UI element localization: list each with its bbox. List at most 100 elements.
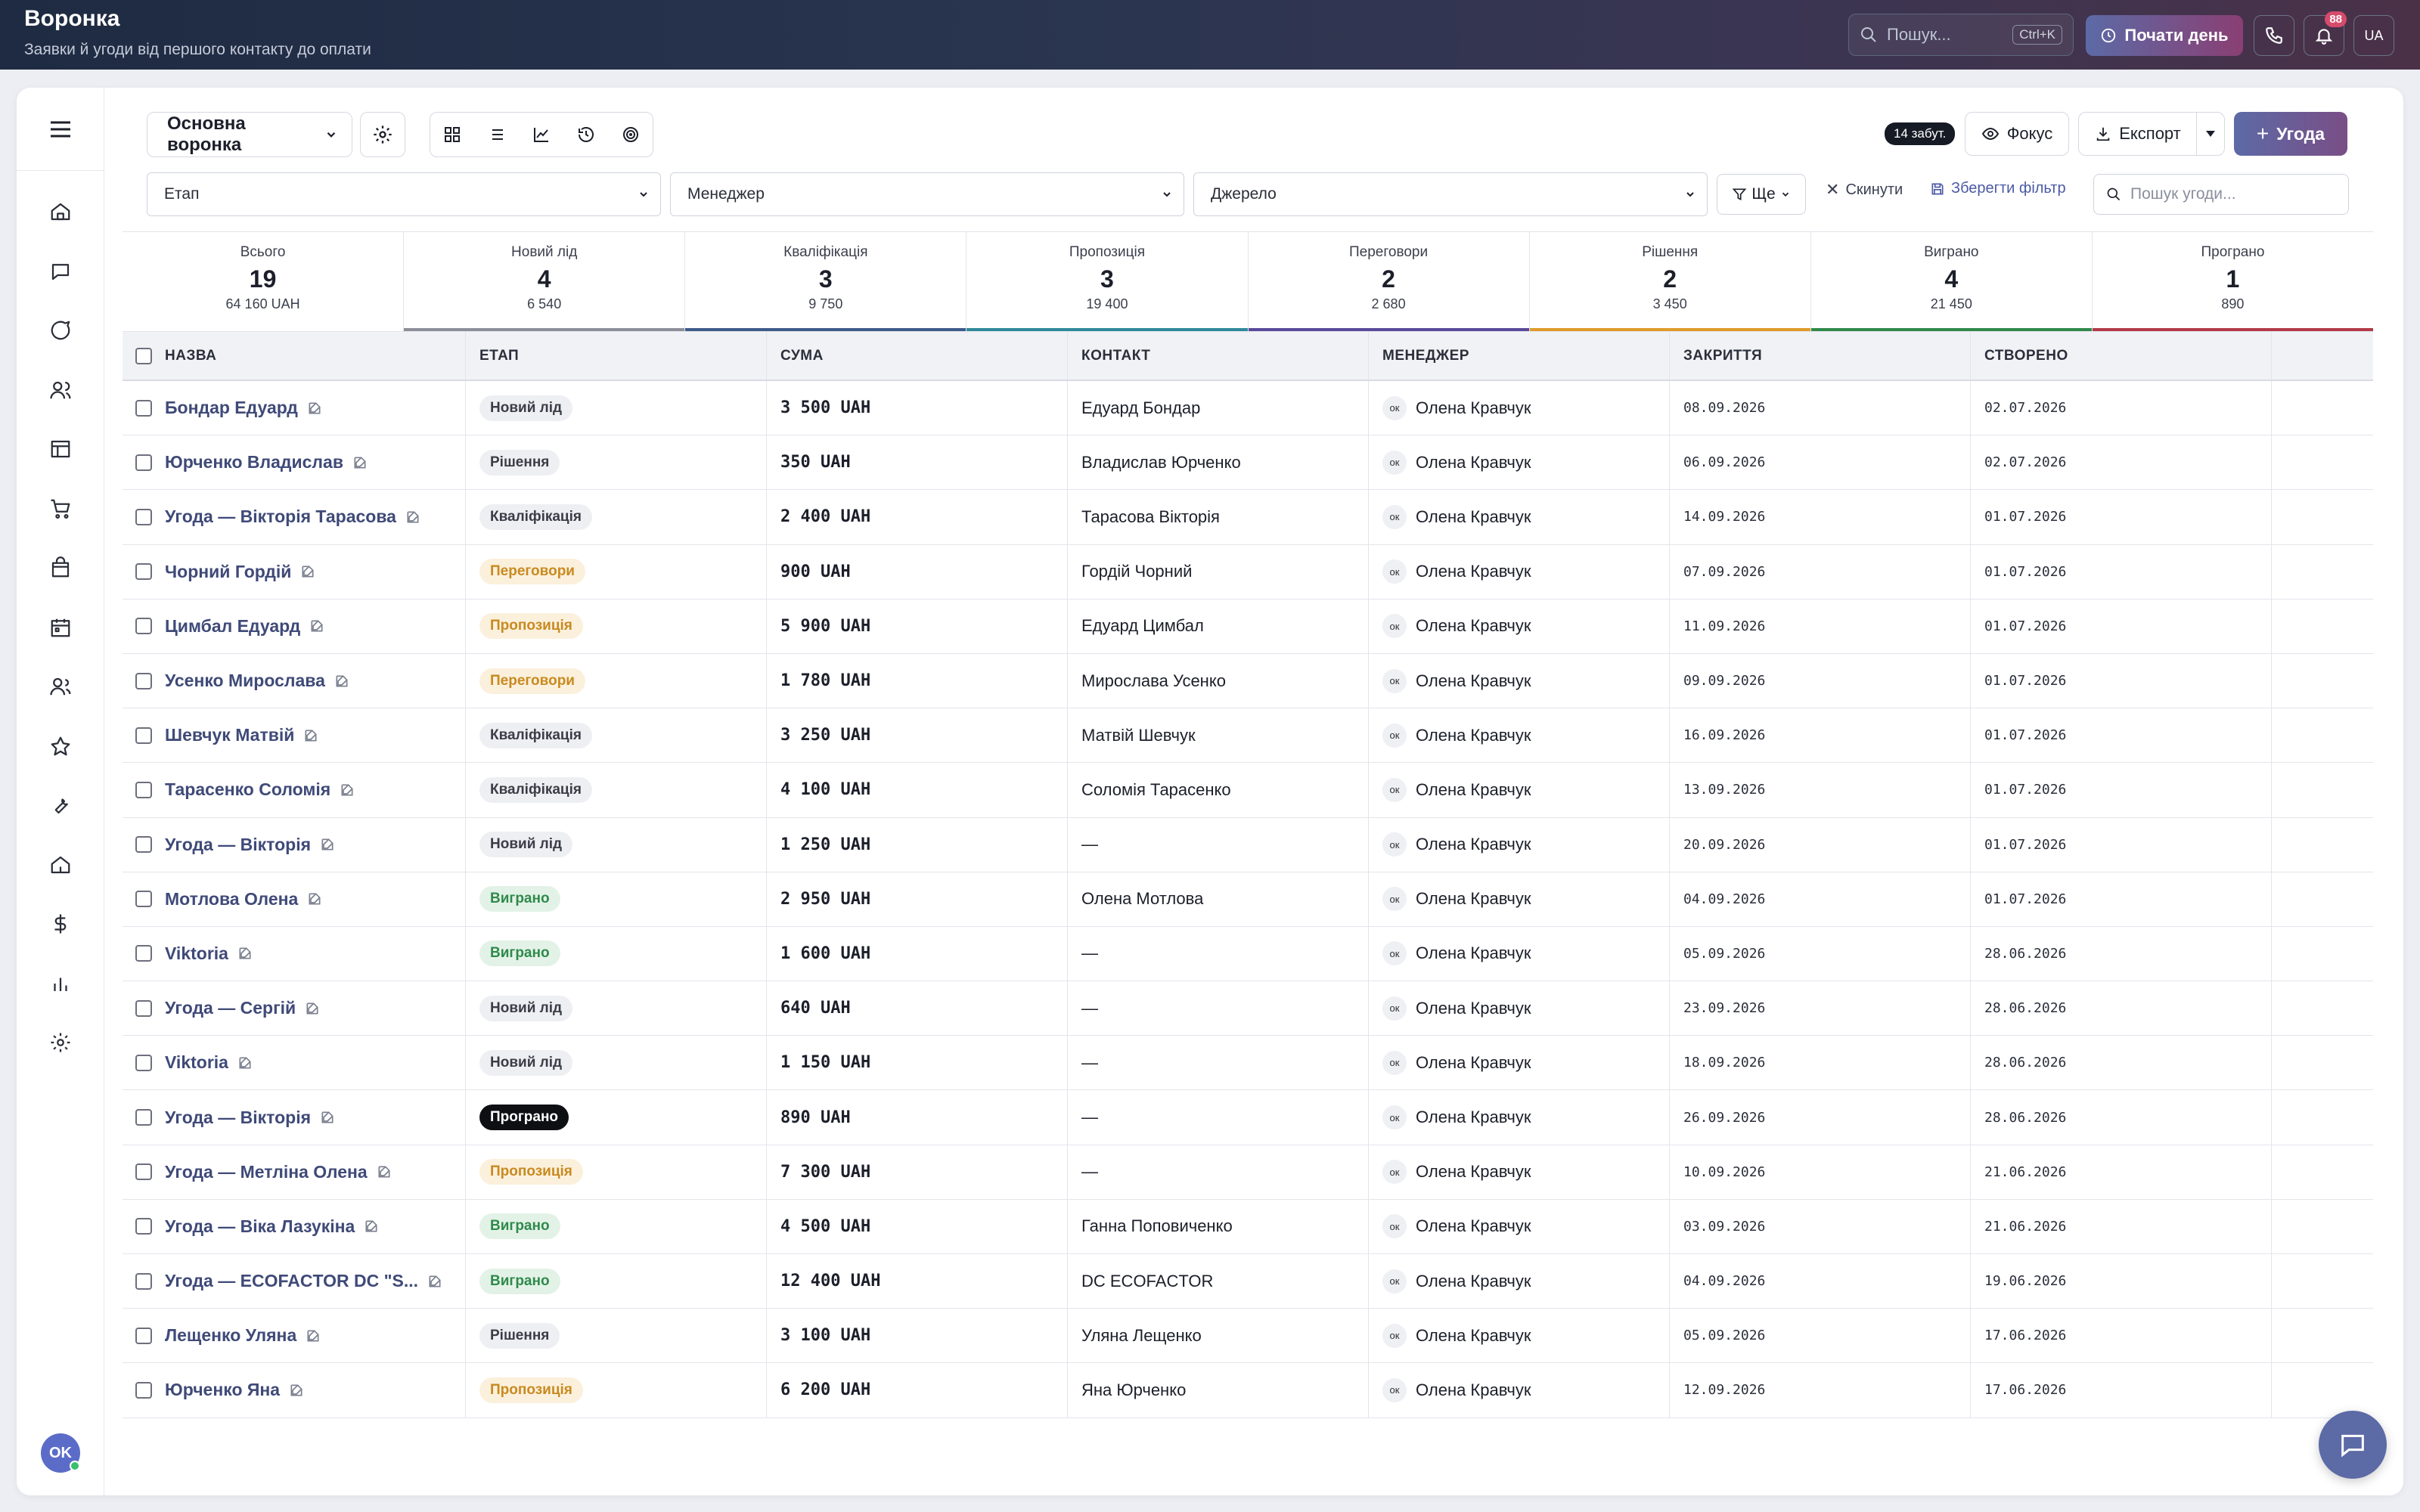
edit-icon[interactable] — [309, 618, 324, 634]
table-row[interactable]: Юрченко Владислав Рішення 350 UAH Владислав… — [123, 435, 2373, 491]
stage-badge[interactable]: Новий лід — [479, 832, 573, 858]
stat-card[interactable]: Переговори 2 2 680 — [1248, 232, 1530, 331]
row-checkbox[interactable] — [135, 1272, 152, 1290]
table-row[interactable]: Усенко Мирослава Переговори 1 780 UAH Мирос… — [123, 653, 2373, 709]
stat-card[interactable]: Рішення 2 3 450 — [1529, 232, 1811, 331]
edit-icon[interactable] — [303, 728, 318, 743]
view-analytics[interactable] — [520, 113, 564, 156]
stage-badge[interactable]: Пропозиція — [479, 1159, 583, 1185]
contact-name[interactable]: Мирослава Усенко — [1081, 671, 1226, 691]
chat-support-button[interactable] — [2319, 1411, 2387, 1479]
phone-button[interactable] — [2254, 15, 2294, 56]
deal-name-link[interactable]: Угода — ECOFACTOR DC "S... — [165, 1271, 418, 1291]
edit-icon[interactable] — [237, 1055, 253, 1070]
row-checkbox[interactable] — [135, 1327, 152, 1344]
deal-name-link[interactable]: Юрченко Владислав — [165, 452, 343, 472]
sidebar-item-chat[interactable] — [17, 249, 104, 294]
stage-badge[interactable]: Виграно — [479, 940, 560, 967]
contact-name[interactable]: Едуард Цимбал — [1081, 616, 1204, 636]
stage-badge[interactable]: Рішення — [479, 449, 560, 476]
row-checkbox[interactable] — [135, 1109, 152, 1126]
contact-name[interactable]: DC ECOFACTOR — [1081, 1272, 1213, 1291]
forgotten-deals-badge[interactable]: 14 забут. — [1885, 122, 1956, 145]
edit-icon[interactable] — [305, 1001, 320, 1016]
deal-name-link[interactable]: Viktoria — [165, 1052, 228, 1073]
source-filter[interactable]: Джерело — [1193, 172, 1708, 216]
stat-card[interactable]: Програно 1 890 — [2092, 232, 2373, 331]
row-checkbox[interactable] — [135, 1054, 152, 1071]
contact-name[interactable]: Яна Юрченко — [1081, 1380, 1186, 1400]
stage-badge[interactable]: Новий лід — [479, 395, 573, 421]
contact-name[interactable]: Гордій Чорний — [1081, 562, 1192, 581]
deal-name-link[interactable]: Шевчук Матвій — [165, 725, 294, 745]
table-row[interactable]: Угода — Вікторія Новий лід 1 250 UAH — ок Оле… — [123, 817, 2373, 872]
stat-card[interactable]: Виграно 4 21 450 — [1810, 232, 2093, 331]
start-day-button[interactable]: Почати день — [2086, 15, 2243, 56]
export-button[interactable]: Експорт — [2078, 112, 2198, 156]
contact-name[interactable]: Олена Мотлова — [1081, 889, 1203, 909]
sidebar-item-cart[interactable] — [17, 486, 104, 531]
deal-name-link[interactable]: Тарасенко Соломія — [165, 779, 330, 800]
sidebar-item-team[interactable] — [17, 664, 104, 709]
col-contact[interactable]: КОНТАКТ — [1068, 332, 1369, 380]
funnel-settings-button[interactable] — [360, 112, 405, 157]
view-kanban[interactable] — [430, 113, 475, 156]
stage-badge[interactable]: Переговори — [479, 668, 585, 694]
edit-icon[interactable] — [377, 1164, 392, 1179]
deal-name-link[interactable]: Усенко Мирослава — [165, 671, 325, 691]
table-row[interactable]: Viktoria Виграно 1 600 UAH — ок Олена Кравчук… — [123, 926, 2373, 982]
table-row[interactable]: Цимбал Едуард Пропозиція 5 900 UAH Едуард Ц… — [123, 599, 2373, 654]
sidebar-item-settings[interactable] — [17, 1020, 104, 1065]
col-created[interactable]: СТВОРЕНО — [1971, 332, 2272, 380]
select-all-checkbox[interactable] — [135, 347, 152, 364]
add-deal-button[interactable]: + Угода — [2234, 112, 2347, 156]
sidebar-item-layout[interactable] — [17, 426, 104, 472]
contact-name[interactable]: — — [1081, 943, 1098, 963]
stage-badge[interactable]: Виграно — [479, 1268, 560, 1294]
row-checkbox[interactable] — [135, 508, 152, 525]
deal-name-link[interactable]: Цимбал Едуард — [165, 616, 300, 637]
sidebar-item-bag[interactable] — [17, 545, 104, 590]
stage-badge[interactable]: Новий лід — [479, 1049, 573, 1076]
menu-toggle[interactable] — [17, 88, 104, 171]
contact-name[interactable]: — — [1081, 835, 1098, 854]
table-row[interactable]: Мотлова Олена Виграно 2 950 UAH Олена Мотло… — [123, 872, 2373, 927]
table-row[interactable]: Юрченко Яна Пропозиція 6 200 UAH Яна Юрченк… — [123, 1363, 2373, 1418]
sidebar-item-wrench[interactable] — [17, 782, 104, 828]
language-button[interactable]: UA — [2353, 15, 2394, 56]
stage-badge[interactable]: Програно — [479, 1105, 569, 1131]
view-list[interactable] — [475, 113, 520, 156]
contact-name[interactable]: Едуард Бондар — [1081, 398, 1200, 418]
contact-name[interactable]: — — [1081, 1108, 1098, 1127]
global-search[interactable]: Пошук... Ctrl+K — [1848, 14, 2074, 56]
deal-name-link[interactable]: Юрченко Яна — [165, 1380, 280, 1400]
table-row[interactable]: Шевчук Матвій Кваліфікація 3 250 UAH Матвій… — [123, 708, 2373, 764]
sidebar-item-dollar[interactable] — [17, 901, 104, 947]
edit-icon[interactable] — [427, 1274, 442, 1289]
edit-icon[interactable] — [340, 782, 355, 798]
focus-button[interactable]: Фокус — [1965, 112, 2069, 156]
funnel-select[interactable]: Основна воронка — [147, 112, 352, 157]
edit-icon[interactable] — [405, 510, 420, 525]
stat-card[interactable]: Пропозиція 3 19 400 — [966, 232, 1249, 331]
stage-badge[interactable]: Пропозиція — [479, 1377, 583, 1403]
deal-name-link[interactable]: Угода — Вікторія Тарасова — [165, 507, 396, 527]
row-checkbox[interactable] — [135, 1381, 152, 1399]
row-checkbox[interactable] — [135, 399, 152, 417]
table-row[interactable]: Тарасенко Соломія Кваліфікація 4 100 UAH Со… — [123, 763, 2373, 818]
sidebar-item-home[interactable] — [17, 189, 104, 234]
stat-card[interactable]: Новий лід 4 6 540 — [404, 232, 686, 331]
deal-name-link[interactable]: Чорний Гордій — [165, 562, 291, 582]
edit-icon[interactable] — [320, 1110, 335, 1125]
notifications-button[interactable]: 88 — [2304, 11, 2347, 56]
sidebar-item-chart[interactable] — [17, 961, 104, 1006]
sidebar-item-message[interactable] — [17, 308, 104, 353]
edit-icon[interactable] — [334, 674, 349, 689]
stage-badge[interactable]: Рішення — [479, 1322, 560, 1349]
table-row[interactable]: Viktoria Новий лід 1 150 UAH — ок Олена Кравч… — [123, 1036, 2373, 1091]
sidebar-item-star[interactable] — [17, 723, 104, 769]
deal-name-link[interactable]: Угода — Вікторія — [165, 835, 311, 855]
stage-badge[interactable]: Новий лід — [479, 995, 573, 1021]
view-goals[interactable] — [608, 113, 653, 156]
deal-name-link[interactable]: Бондар Едуард — [165, 398, 298, 418]
